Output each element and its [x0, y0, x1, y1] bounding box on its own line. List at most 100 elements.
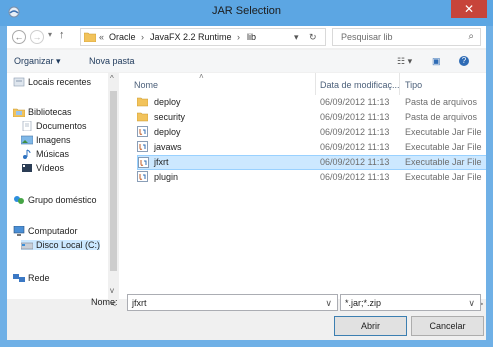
file-date: 06/09/2012 11:13 [320, 127, 390, 137]
navigation-bar: ← → ▾ ↑ « Oracle › JavaFX 2.2 Runtime › … [7, 26, 486, 48]
up-button[interactable]: ↑ [59, 29, 65, 41]
search-icon[interactable]: ⌕ [468, 31, 474, 42]
breadcrumb-lib[interactable]: lib [247, 32, 256, 42]
pictures-icon [21, 135, 33, 145]
file-type: Executable Jar File [405, 157, 482, 167]
preview-pane-button[interactable]: ▣ [432, 56, 441, 67]
file-name: deploy [154, 127, 181, 137]
nav-item-network[interactable]: Rede [13, 273, 50, 283]
file-row[interactable]: security 06/09/2012 11:13 Pasta de arqui… [137, 110, 486, 125]
file-row[interactable]: javaws 06/09/2012 11:13 Executable Jar F… [137, 140, 486, 155]
back-button[interactable]: ← [12, 30, 26, 44]
filename-label: Nome: [91, 297, 118, 307]
jar-selection-dialog: JAR Selection ✕ ← → ▾ ↑ « Oracle › JavaF… [0, 0, 493, 347]
file-row[interactable]: deploy 06/09/2012 11:13 Executable Jar F… [137, 125, 486, 140]
nav-item-recent-places[interactable]: Locais recentes [13, 77, 91, 87]
file-date: 06/09/2012 11:13 [320, 157, 390, 167]
help-button[interactable]: ? [459, 56, 469, 66]
file-name: plugin [154, 172, 179, 182]
jar-file-icon [137, 171, 148, 182]
homegroup-icon [14, 196, 24, 204]
column-divider[interactable] [399, 73, 400, 95]
change-view-button[interactable]: ☷ ▾ [397, 56, 412, 67]
new-folder-button[interactable]: Nova pasta [89, 56, 135, 66]
nav-item-videos[interactable]: Vídeos [21, 163, 64, 173]
scroll-up-button[interactable]: ^ [110, 74, 114, 83]
nav-item-label: Rede [28, 273, 50, 283]
filter-value: *.jar;*.zip [345, 298, 382, 308]
folder-icon [137, 112, 148, 122]
address-bar[interactable]: « Oracle › JavaFX 2.2 Runtime › lib ▾ ↻ [80, 28, 326, 46]
file-list: ˄ Nome Data de modificaç... Tipo deploy … [119, 73, 486, 299]
nav-item-music[interactable]: Músicas [21, 149, 69, 159]
nav-item-label: Locais recentes [28, 77, 92, 87]
nav-item-homegroup[interactable]: Grupo doméstico [13, 195, 97, 205]
cancel-button[interactable]: Cancelar [411, 316, 484, 336]
file-row-selected[interactable]: jfxrt 06/09/2012 11:13 Executable Jar Fi… [137, 155, 486, 170]
column-divider[interactable] [315, 73, 316, 95]
nav-item-label: Vídeos [36, 163, 65, 173]
file-type: Executable Jar File [405, 127, 482, 137]
recent-locations-dropdown[interactable]: ▾ [48, 30, 52, 39]
nav-item-label: Músicas [36, 149, 70, 159]
file-date: 06/09/2012 11:13 [320, 172, 390, 182]
breadcrumb-overflow[interactable]: « [99, 32, 104, 42]
file-name: jfxrt [154, 157, 169, 167]
folder-icon [84, 32, 96, 42]
breadcrumb-separator[interactable]: › [237, 32, 240, 42]
videos-icon [22, 164, 32, 172]
recent-places-icon [13, 77, 25, 87]
file-date: 06/09/2012 11:13 [320, 142, 390, 152]
refresh-button[interactable]: ↻ [309, 32, 317, 43]
file-name: javaws [154, 142, 182, 152]
nav-item-computer[interactable]: Computador [13, 226, 78, 236]
jar-file-icon [137, 141, 148, 152]
scroll-down-button[interactable]: v [110, 286, 114, 295]
nav-item-libraries[interactable]: Bibliotecas [13, 107, 72, 117]
filename-value: jfxrt [132, 298, 147, 308]
music-icon [23, 149, 31, 159]
title-bar[interactable]: JAR Selection ✕ [0, 0, 493, 26]
file-type: Pasta de arquivos [405, 97, 478, 107]
search-input[interactable]: Pesquisar lib [341, 32, 393, 42]
scrollbar-thumb[interactable] [110, 91, 117, 271]
breadcrumb-oracle[interactable]: Oracle [109, 32, 136, 42]
close-button[interactable]: ✕ [451, 0, 487, 18]
nav-item-local-disk[interactable]: Disco Local (C:) [21, 240, 101, 250]
file-name: deploy [154, 97, 181, 107]
address-dropdown[interactable]: ▾ [294, 32, 299, 43]
file-type: Pasta de arquivos [405, 112, 478, 122]
sort-indicator-icon: ˄ [199, 73, 204, 81]
jar-file-icon [137, 126, 148, 137]
nav-item-label: Imagens [36, 135, 71, 145]
folder-icon [137, 97, 148, 107]
window-title: JAR Selection [211, 5, 282, 17]
nav-item-pictures[interactable]: Imagens [21, 135, 71, 145]
open-button[interactable]: Abrir [334, 316, 407, 336]
filename-dropdown-icon[interactable]: ∨ [325, 298, 332, 309]
search-box[interactable]: Pesquisar lib ⌕ [332, 28, 481, 46]
nav-item-documents[interactable]: Documentos [21, 121, 87, 131]
jar-file-icon [138, 157, 149, 168]
nav-item-label: Computador [28, 226, 78, 236]
computer-icon [13, 226, 25, 236]
filter-dropdown-icon[interactable]: ∨ [468, 298, 475, 309]
command-bar: Organizar ▾ Nova pasta ☷ ▾ ▣ ? [7, 50, 486, 72]
file-row[interactable]: plugin 06/09/2012 11:13 Executable Jar F… [137, 170, 486, 185]
file-type-filter[interactable]: *.jar;*.zip ∨ [340, 294, 481, 311]
dialog-body: ← → ▾ ↑ « Oracle › JavaFX 2.2 Runtime › … [7, 26, 486, 340]
file-name: security [154, 112, 186, 122]
libraries-icon [13, 108, 25, 117]
breadcrumb-separator[interactable]: › [141, 32, 144, 42]
forward-button[interactable]: → [30, 30, 44, 44]
navigation-pane-scrollbar[interactable]: ^ v [108, 73, 119, 299]
file-type: Executable Jar File [405, 142, 482, 152]
organize-menu[interactable]: Organizar ▾ [14, 56, 61, 67]
file-row[interactable]: deploy 06/09/2012 11:13 Pasta de arquivo… [137, 95, 486, 110]
filename-input[interactable]: jfxrt ∨ [127, 294, 338, 311]
nav-item-label: Grupo doméstico [28, 195, 97, 205]
breadcrumb-javafx[interactable]: JavaFX 2.2 Runtime [150, 32, 232, 42]
nav-item-label: Bibliotecas [28, 107, 72, 117]
network-icon [13, 274, 25, 282]
nav-item-label: Disco Local (C:) [36, 240, 101, 250]
